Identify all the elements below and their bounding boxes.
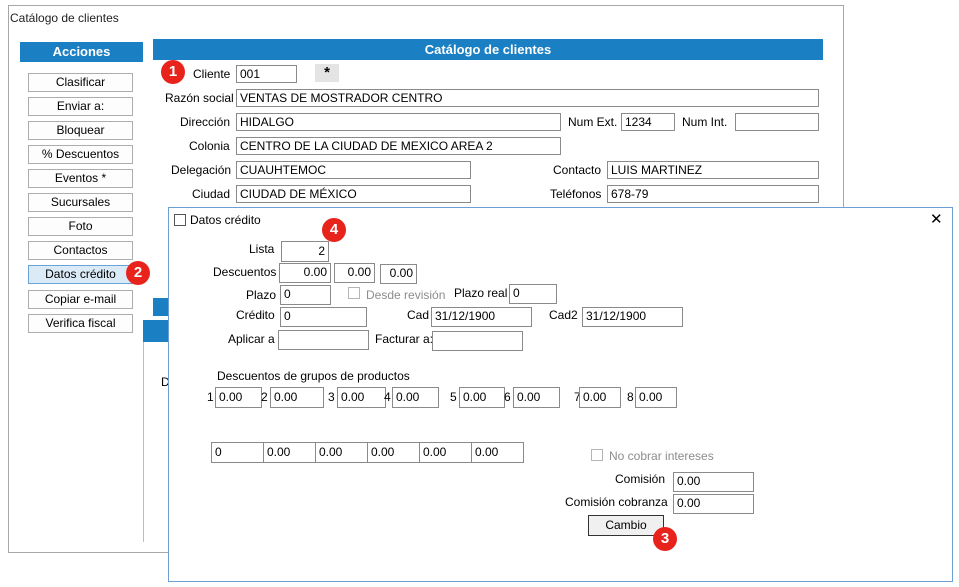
callout-badge-1: 1 xyxy=(161,60,185,84)
comision-label: Comisión xyxy=(615,472,666,486)
action-button-sucursales[interactable]: Sucursales xyxy=(28,193,133,212)
action-button-enviar-a[interactable]: Enviar a: xyxy=(28,97,133,116)
cliente-label: Cliente xyxy=(193,67,231,81)
close-icon[interactable]: ✕ xyxy=(930,210,943,228)
direccion-field[interactable]: HIDALGO xyxy=(236,113,561,131)
delegacion-field[interactable]: CUAUHTEMOC xyxy=(236,161,471,179)
num-int-label: Num Int. xyxy=(682,115,728,129)
delegacion-label: Delegación xyxy=(171,163,232,177)
grupo-number-3: 3 xyxy=(328,390,335,404)
no-cobrar-intereses-checkbox[interactable] xyxy=(591,449,603,461)
actions-header: Acciones xyxy=(20,42,143,62)
telefonos-label: Teléfonos xyxy=(550,187,602,201)
grupo-field-4[interactable]: 0.00 xyxy=(392,387,439,408)
datos-credito-dialog: Datos crédito ✕ Lista 2 Descuentos 0.00 … xyxy=(168,207,953,582)
grupo-field-8[interactable]: 0.00 xyxy=(635,387,677,408)
grupo-number-2: 2 xyxy=(261,390,268,404)
descuento-field-2[interactable]: 0.00 xyxy=(334,263,375,283)
action-button-clasificar[interactable]: Clasificar xyxy=(28,73,133,92)
action-button-bloquear[interactable]: Bloquear xyxy=(28,121,133,140)
value-field-4[interactable]: 0.00 xyxy=(367,442,420,463)
action-button-datos-credito[interactable]: Datos crédito xyxy=(28,265,133,284)
contacto-field[interactable]: LUIS MARTINEZ xyxy=(607,161,819,179)
value-field-2[interactable]: 0.00 xyxy=(263,442,316,463)
callout-badge-2: 2 xyxy=(126,261,150,285)
value-field-6[interactable]: 0.00 xyxy=(471,442,524,463)
value-field-5[interactable]: 0.00 xyxy=(419,442,472,463)
credito-label: Crédito xyxy=(236,308,275,322)
plazo-field[interactable]: 0 xyxy=(280,285,331,305)
credito-field[interactable]: 0 xyxy=(280,307,367,327)
action-button-copiar-email[interactable]: Copiar e-mail xyxy=(28,290,133,309)
aplicar-a-label: Aplicar a xyxy=(228,332,275,346)
grupo-number-1: 1 xyxy=(207,390,214,404)
grupo-field-5[interactable]: 0.00 xyxy=(459,387,505,408)
value-field-1[interactable]: 0 xyxy=(211,442,264,463)
descuento-field-3[interactable]: 0.00 xyxy=(380,264,417,284)
hidden-panel-border xyxy=(143,342,144,542)
cliente-field[interactable]: 001 xyxy=(236,65,297,83)
facturar-a-label: Facturar a: xyxy=(375,332,434,346)
contacto-label: Contacto xyxy=(553,163,602,177)
ciudad-label: Ciudad xyxy=(192,187,231,201)
descuento-field-1[interactable]: 0.00 xyxy=(279,263,331,283)
grupos-label: Descuentos de grupos de productos xyxy=(217,369,410,383)
action-button-descuentos[interactable]: % Descuentos xyxy=(28,145,133,164)
dialog-title: Datos crédito xyxy=(190,213,261,227)
grupo-field-3[interactable]: 0.00 xyxy=(337,387,386,408)
ciudad-field[interactable]: CIUDAD DE MÉXICO xyxy=(236,185,471,203)
dialog-title-checkbox[interactable] xyxy=(174,214,186,226)
action-button-foto[interactable]: Foto xyxy=(28,217,133,236)
action-button-contactos[interactable]: Contactos xyxy=(28,241,133,260)
razon-social-label: Razón social xyxy=(165,91,234,105)
lista-label: Lista xyxy=(249,242,275,256)
cad2-label: Cad2 xyxy=(549,308,578,322)
telefonos-field[interactable]: 678-79 xyxy=(607,185,819,203)
hidden-tab-header xyxy=(153,298,169,316)
lista-field[interactable]: 2 xyxy=(281,241,329,262)
no-cobrar-intereses-label: No cobrar intereses xyxy=(609,449,714,463)
cad-field[interactable]: 31/12/1900 xyxy=(431,307,532,327)
cad-label: Cad xyxy=(407,308,430,322)
direccion-label: Dirección xyxy=(180,115,231,129)
value-field-3[interactable]: 0.00 xyxy=(315,442,368,463)
grupo-number-8: 8 xyxy=(627,390,634,404)
grupo-number-5: 5 xyxy=(450,390,457,404)
plazo-real-label: Plazo real xyxy=(454,286,508,300)
num-ext-label: Num Ext. xyxy=(568,115,618,129)
facturar-a-field[interactable] xyxy=(432,331,523,351)
hidden-panel-header xyxy=(143,320,169,342)
comision-cobranza-label: Comisión cobranza xyxy=(565,495,668,509)
grupo-field-7[interactable]: 0.00 xyxy=(579,387,621,408)
cad2-field[interactable]: 31/12/1900 xyxy=(582,307,683,327)
comision-field[interactable]: 0.00 xyxy=(673,472,754,492)
client-search-button[interactable]: * xyxy=(315,64,339,82)
callout-badge-3: 3 xyxy=(653,527,677,551)
grupo-field-6[interactable]: 0.00 xyxy=(513,387,560,408)
catalog-header: Catálogo de clientes xyxy=(153,39,823,60)
colonia-label: Colonia xyxy=(189,139,230,153)
razon-social-field[interactable]: VENTAS DE MOSTRADOR CENTRO xyxy=(236,89,819,107)
action-button-verifica-fiscal[interactable]: Verifica fiscal xyxy=(28,314,133,333)
grupo-field-1[interactable]: 0.00 xyxy=(215,387,262,408)
desde-revision-label: Desde revisión xyxy=(366,288,446,302)
plazo-real-field[interactable]: 0 xyxy=(509,284,557,304)
comision-cobranza-field[interactable]: 0.00 xyxy=(673,494,754,514)
plazo-label: Plazo xyxy=(246,288,277,302)
num-int-field[interactable] xyxy=(735,113,819,131)
callout-badge-4: 4 xyxy=(322,218,346,242)
colonia-field[interactable]: CENTRO DE LA CIUDAD DE MEXICO AREA 2 xyxy=(236,137,561,155)
descuentos-label: Descuentos xyxy=(213,265,277,279)
main-window-title: Catálogo de clientes xyxy=(10,11,119,25)
cambio-button[interactable]: Cambio xyxy=(588,515,664,536)
grupo-number-6: 6 xyxy=(504,390,511,404)
num-ext-field[interactable]: 1234 xyxy=(621,113,675,131)
grupo-field-2[interactable]: 0.00 xyxy=(270,387,324,408)
grupo-number-4: 4 xyxy=(384,390,391,404)
desde-revision-checkbox[interactable] xyxy=(348,287,360,299)
aplicar-a-field[interactable] xyxy=(278,330,369,350)
action-button-eventos[interactable]: Eventos * xyxy=(28,169,133,188)
